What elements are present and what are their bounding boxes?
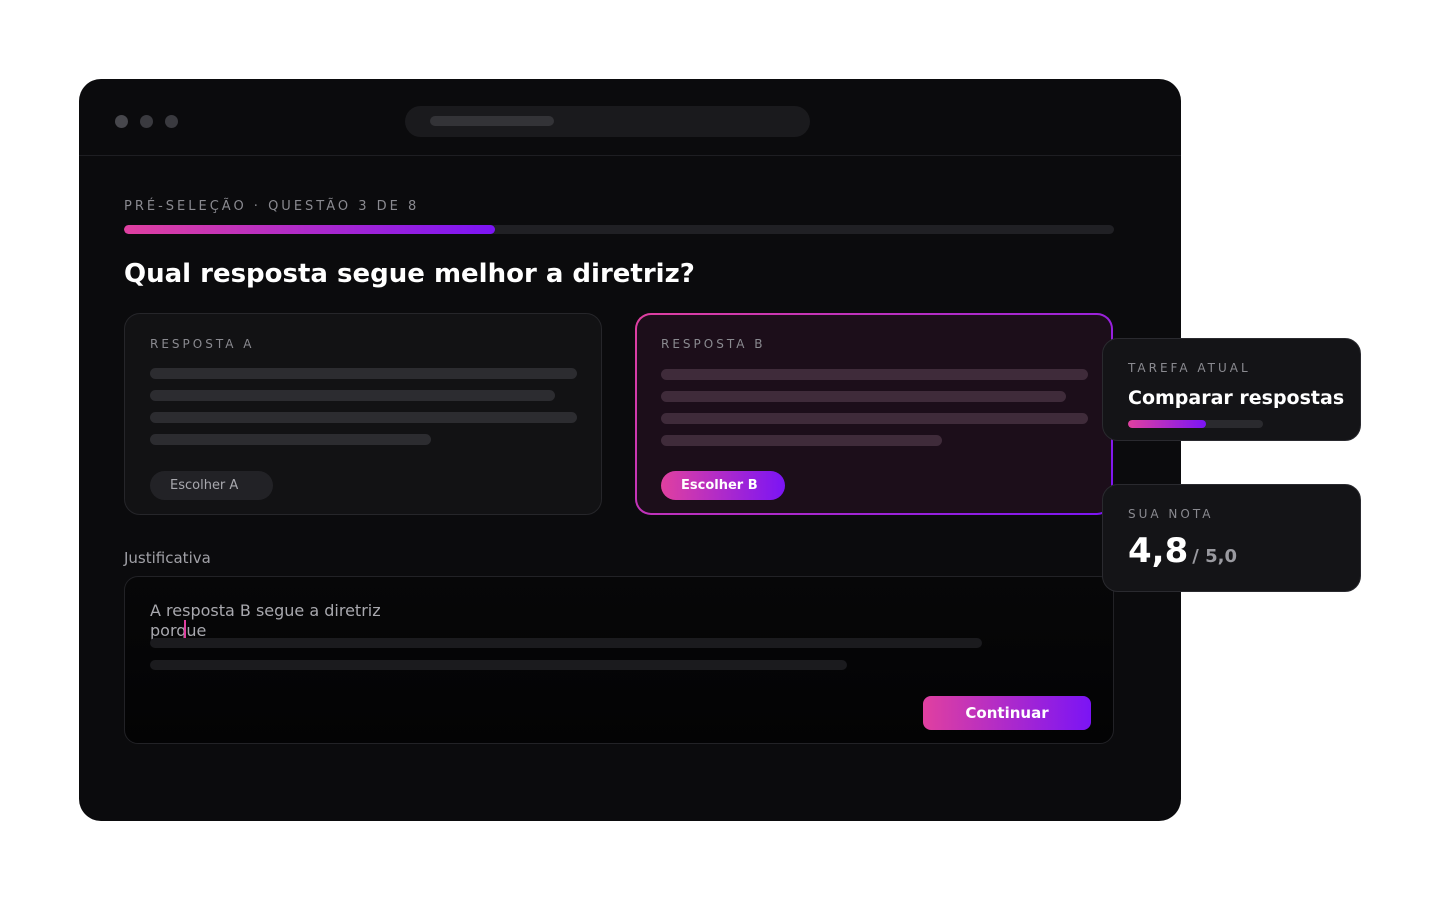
- choose-a-button[interactable]: Escolher A: [150, 471, 273, 500]
- window-titlebar: [79, 79, 1181, 156]
- answer-b-text-line: [661, 413, 1088, 424]
- answer-b-text-line: [661, 435, 942, 446]
- answer-a-text-line: [150, 368, 577, 379]
- task-progress-fill: [1128, 420, 1207, 428]
- grade-value: 4,8: [1128, 531, 1189, 571]
- justification-textarea[interactable]: A resposta B segue a diretriz porque Con…: [124, 576, 1114, 744]
- answer-b-text-line: [661, 369, 1088, 380]
- step-indicator: PRÉ-SELEÇÃO · QUESTÃO 3 DE 8: [124, 199, 420, 214]
- answer-a-text-line: [150, 434, 431, 445]
- task-progress-bar: [1128, 420, 1263, 428]
- answer-b-label: RESPOSTA B: [661, 337, 766, 351]
- quiz-progress-fill: [124, 225, 496, 234]
- current-task-label: TAREFA ATUAL: [1128, 361, 1251, 375]
- address-bar[interactable]: [405, 106, 810, 137]
- app-window: PRÉ-SELEÇÃO · QUESTÃO 3 DE 8 Qual respos…: [79, 79, 1181, 821]
- question-title: Qual resposta segue melhor a diretriz?: [124, 259, 695, 289]
- justification-label: Justificativa: [124, 549, 211, 567]
- answer-card-a[interactable]: RESPOSTA A Escolher A: [124, 313, 602, 515]
- grade-max: / 5,0: [1192, 546, 1237, 567]
- textarea-placeholder-line: [150, 638, 982, 648]
- close-window-dot[interactable]: [115, 115, 128, 128]
- grade-card: SUA NOTA 4,8/ 5,0: [1102, 484, 1361, 592]
- maximize-window-dot[interactable]: [165, 115, 178, 128]
- minimize-window-dot[interactable]: [140, 115, 153, 128]
- continue-button[interactable]: Continuar: [923, 696, 1091, 730]
- answer-a-text-line: [150, 412, 577, 423]
- answer-a-text-line: [150, 390, 555, 401]
- textarea-placeholder-line: [150, 660, 847, 670]
- grade-row: 4,8/ 5,0: [1128, 531, 1237, 571]
- text-caret: [184, 620, 187, 640]
- current-task-title: Comparar respostas: [1128, 387, 1345, 409]
- address-placeholder: [430, 116, 554, 126]
- answer-card-b[interactable]: RESPOSTA B Escolher B: [635, 313, 1113, 515]
- current-task-card: TAREFA ATUAL Comparar respostas: [1102, 338, 1361, 441]
- justification-typed-text: A resposta B segue a diretriz porque: [150, 601, 422, 640]
- grade-label: SUA NOTA: [1128, 507, 1214, 521]
- quiz-progress-bar: [124, 225, 1114, 234]
- answer-a-label: RESPOSTA A: [150, 337, 255, 351]
- choose-b-button[interactable]: Escolher B: [661, 471, 785, 500]
- answer-b-text-line: [661, 391, 1066, 402]
